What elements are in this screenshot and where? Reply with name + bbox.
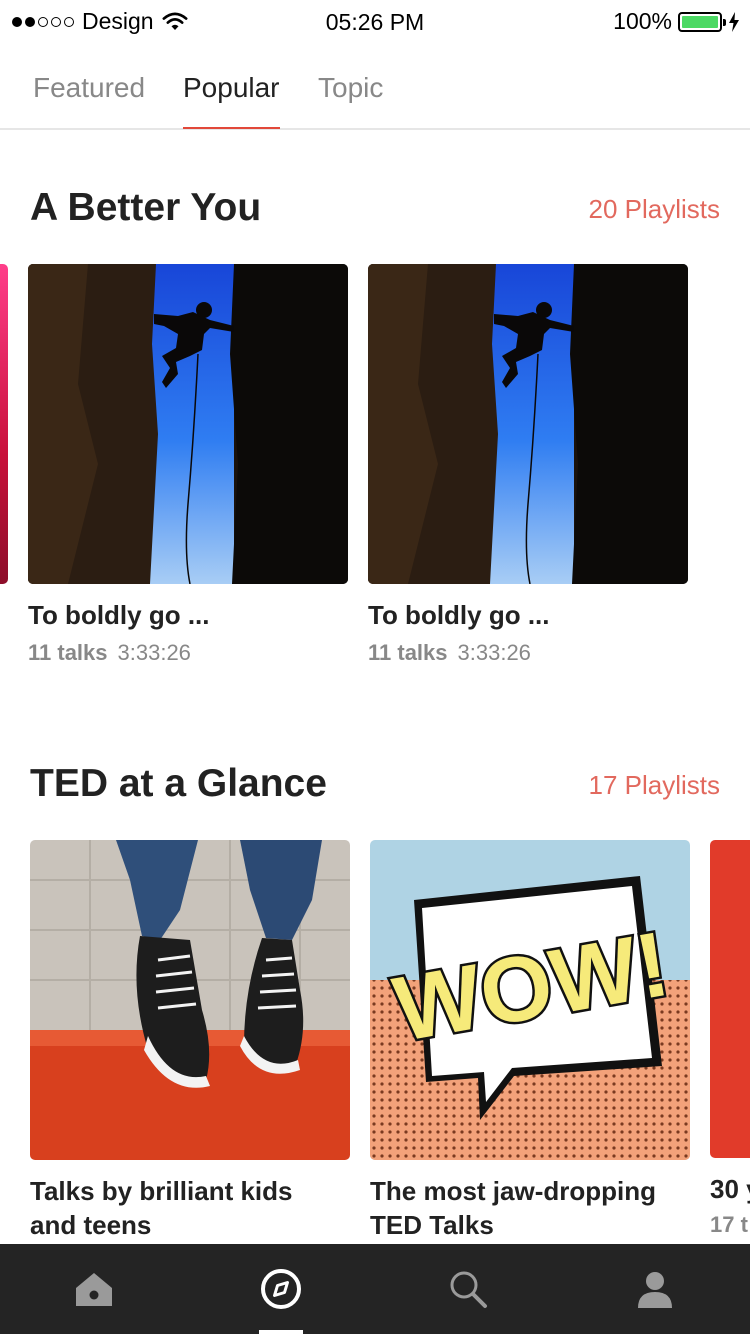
top-tabs: Featured Popular Topic	[0, 54, 750, 130]
battery-icon	[678, 11, 726, 32]
talks-count: 11 talks	[28, 640, 108, 665]
playlists-count-link[interactable]: 20 Playlists	[589, 194, 721, 225]
playlist-meta: 11 talks 3:33:26	[368, 640, 531, 666]
playlist-title-line: The most jaw-dropping	[370, 1176, 656, 1206]
nav-home[interactable]	[0, 1244, 187, 1334]
bottom-nav-bar	[0, 1244, 750, 1334]
peek-card-left[interactable]	[0, 264, 8, 584]
playlist-thumbnail-wow: WOW!	[370, 840, 690, 1160]
home-icon	[75, 1273, 112, 1306]
playlist-title-line: and teens	[30, 1210, 152, 1240]
playlists-count-link[interactable]: 17 Playlists	[589, 770, 721, 801]
peek-card-title: 30 y	[710, 1174, 750, 1204]
playlist-card[interactable]: Talks by brilliant kids and teens	[30, 840, 350, 1240]
status-right: 100%	[613, 8, 740, 35]
playlist-duration: 3:33:26	[457, 640, 531, 665]
tab-popular[interactable]: Popular	[183, 72, 280, 129]
battery-percent: 100%	[613, 8, 672, 34]
playlist-title: To boldly go ...	[28, 600, 210, 630]
playlist-card[interactable]: To boldly go ... 11 talks 3:33:26	[368, 264, 688, 665]
profile-icon	[637, 1272, 672, 1308]
nav-profile[interactable]	[561, 1244, 748, 1334]
nav-search[interactable]	[374, 1244, 561, 1334]
active-tab-indicator	[259, 1330, 303, 1334]
charging-bolt-icon	[729, 11, 739, 32]
playlist-title: Talks by brilliant kids and teens	[30, 1174, 370, 1242]
section-title: A Better You	[30, 186, 262, 229]
search-icon	[450, 1271, 487, 1308]
section-title: TED at a Glance	[30, 762, 327, 805]
nav-explore[interactable]	[187, 1244, 374, 1334]
playlist-card[interactable]: To boldly go ... 11 talks 3:33:26	[28, 264, 348, 665]
tab-featured[interactable]: Featured	[33, 72, 145, 128]
peek-card-meta: 17 t	[710, 1212, 748, 1237]
status-bar: Design 05:26 PM 100%	[0, 0, 750, 44]
playlist-card[interactable]: WOW! The most jaw-dropping TED Talks	[370, 840, 690, 1240]
playlist-thumbnail-climber	[28, 264, 348, 584]
peek-card-right[interactable]	[710, 840, 750, 1158]
playlist-duration: 3:33:26	[117, 640, 191, 665]
tab-topic[interactable]: Topic	[318, 72, 383, 128]
playlist-thumbnail-climber	[368, 264, 688, 584]
talks-count: 11 talks	[368, 640, 448, 665]
explore-compass-icon	[260, 1269, 301, 1309]
playlist-title-line: TED Talks	[370, 1210, 494, 1240]
playlist-title-line: Talks by brilliant kids	[30, 1176, 293, 1206]
playlist-title: To boldly go ...	[368, 600, 550, 630]
playlist-meta: 11 talks 3:33:26	[28, 640, 191, 666]
playlist-title: The most jaw-dropping TED Talks	[370, 1174, 710, 1242]
playlist-thumbnail-sneakers	[30, 840, 350, 1160]
